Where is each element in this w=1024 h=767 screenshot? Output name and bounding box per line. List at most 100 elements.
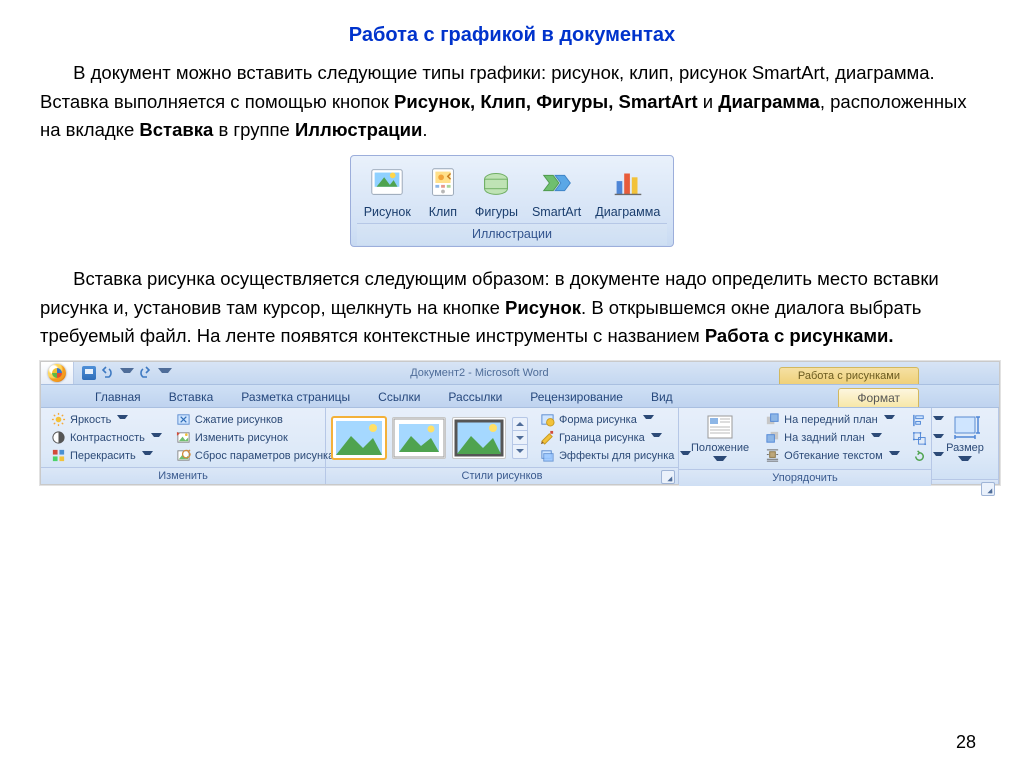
- group-styles-caption: Стили рисунков: [326, 467, 678, 484]
- group-size: Размер: [932, 408, 999, 484]
- tab-view[interactable]: Вид: [637, 387, 687, 407]
- gallery-spinner[interactable]: [512, 417, 528, 459]
- send-back-label: На задний план: [784, 432, 865, 444]
- picture-icon: [367, 163, 407, 203]
- position-label: Положение: [691, 443, 749, 454]
- contrast-icon: [51, 430, 66, 445]
- tab-mailings[interactable]: Рассылки: [434, 387, 516, 407]
- text-wrap-label: Обтекание текстом: [784, 450, 883, 462]
- picture-border-label: Граница рисунка: [559, 432, 645, 444]
- insert-chart-button[interactable]: Диаграмма: [588, 161, 667, 219]
- insert-smartart-label: SmartArt: [530, 205, 583, 219]
- send-back-button[interactable]: На задний план: [761, 429, 904, 446]
- size-button[interactable]: Размер: [940, 411, 990, 469]
- title-bar: Документ2 - Microsoft Word Работа с рису…: [41, 362, 999, 385]
- position-button[interactable]: Положение: [685, 411, 755, 469]
- paragraph-1: В документ можно вставить следующие типы…: [40, 59, 984, 145]
- qat-customize-dropdown[interactable]: [158, 368, 172, 379]
- bring-front-button[interactable]: На передний план: [761, 411, 904, 428]
- group-change-caption: Изменить: [41, 467, 325, 484]
- chart-icon: [608, 163, 648, 203]
- insert-chart-label: Диаграмма: [593, 205, 662, 219]
- styles-gallery: [332, 411, 530, 464]
- picture-shape-button[interactable]: Форма рисунка: [536, 411, 695, 428]
- page-number: 28: [956, 732, 976, 753]
- rotate-icon: [912, 449, 927, 464]
- office-orb-icon: [48, 364, 66, 382]
- contrast-label: Контрастность: [70, 432, 145, 444]
- contextual-tab-title: Работа с рисунками: [779, 367, 919, 384]
- style-thumb-1[interactable]: [332, 417, 386, 459]
- qat-undo-dropdown[interactable]: [120, 368, 134, 379]
- text-wrap-icon: [765, 448, 780, 463]
- brightness-label: Яркость: [70, 414, 111, 426]
- illustrations-group: Рисунок Клип Фигуры SmartA: [350, 155, 675, 247]
- size-icon: [950, 413, 980, 441]
- insert-smartart-button[interactable]: SmartArt: [525, 161, 588, 219]
- tab-insert[interactable]: Вставка: [155, 387, 228, 407]
- change-picture-icon: [176, 430, 191, 445]
- style-thumb-2[interactable]: [392, 417, 446, 459]
- size-label: Размер: [946, 443, 984, 454]
- brightness-icon: [51, 412, 66, 427]
- recolor-icon: [51, 448, 66, 463]
- insert-shapes-label: Фигуры: [473, 205, 520, 219]
- paragraph-2: Вставка рисунка осуществляется следующим…: [40, 265, 984, 351]
- picture-border-button[interactable]: Граница рисунка: [536, 429, 695, 446]
- clip-icon: [423, 163, 463, 203]
- reset-icon: [176, 448, 191, 463]
- recolor-label: Перекрасить: [70, 450, 136, 462]
- ribbon-screenshot: Документ2 - Microsoft Word Работа с рису…: [40, 361, 1000, 485]
- brightness-button[interactable]: Яркость: [47, 411, 166, 428]
- picture-effects-icon: [540, 448, 555, 463]
- qat-save-button[interactable]: [82, 366, 96, 380]
- group-change: Яркость Контрастность Перекрасить Сжатие: [41, 408, 326, 484]
- insert-picture-button[interactable]: Рисунок: [357, 161, 418, 219]
- styles-dialog-launcher[interactable]: [661, 470, 675, 484]
- style-thumb-3[interactable]: [452, 417, 506, 459]
- compress-pictures-button[interactable]: Сжатие рисунков: [172, 411, 338, 428]
- change-picture-button[interactable]: Изменить рисунок: [172, 429, 338, 446]
- picture-effects-button[interactable]: Эффекты для рисунка: [536, 447, 695, 464]
- tab-review[interactable]: Рецензирование: [516, 387, 637, 407]
- insert-clip-button[interactable]: Клип: [418, 161, 468, 219]
- group-icon: [912, 431, 927, 446]
- reset-picture-button[interactable]: Сброс параметров рисунка: [172, 447, 338, 464]
- group-arrange: Положение На передний план На задний пла…: [679, 408, 932, 484]
- reset-label: Сброс параметров рисунка: [195, 450, 334, 462]
- group-picture-styles: Форма рисунка Граница рисунка Эффекты дл…: [326, 408, 679, 484]
- illustrations-caption: Иллюстрации: [357, 223, 668, 245]
- position-icon: [705, 413, 735, 441]
- compress-label: Сжатие рисунков: [195, 414, 283, 426]
- window-title: Документ2 - Microsoft Word: [180, 367, 779, 379]
- group-size-caption: [932, 479, 998, 484]
- bring-front-label: На передний план: [784, 414, 878, 426]
- picture-shape-icon: [540, 412, 555, 427]
- qat-redo-button[interactable]: [138, 366, 152, 380]
- tab-page-layout[interactable]: Разметка страницы: [227, 387, 364, 407]
- insert-picture-label: Рисунок: [362, 205, 413, 219]
- group-arrange-caption: Упорядочить: [679, 469, 931, 486]
- size-dialog-launcher[interactable]: [981, 482, 995, 496]
- compress-icon: [176, 412, 191, 427]
- change-picture-label: Изменить рисунок: [195, 432, 288, 444]
- quick-access-toolbar: [74, 362, 180, 384]
- ribbon-body: Яркость Контрастность Перекрасить Сжатие: [41, 408, 999, 484]
- shapes-icon: [476, 163, 516, 203]
- picture-effects-label: Эффекты для рисунка: [559, 450, 674, 462]
- tab-references[interactable]: Ссылки: [364, 387, 434, 407]
- text-wrap-button[interactable]: Обтекание текстом: [761, 447, 904, 464]
- send-back-icon: [765, 430, 780, 445]
- tabs-bar: Главная Вставка Разметка страницы Ссылки…: [41, 385, 999, 408]
- picture-border-icon: [540, 430, 555, 445]
- office-button[interactable]: [41, 362, 74, 384]
- contrast-button[interactable]: Контрастность: [47, 429, 166, 446]
- insert-shapes-button[interactable]: Фигуры: [468, 161, 525, 219]
- recolor-button[interactable]: Перекрасить: [47, 447, 166, 464]
- page-title: Работа с графикой в документах: [40, 24, 984, 47]
- qat-undo-button[interactable]: [100, 366, 114, 380]
- tab-home[interactable]: Главная: [81, 387, 155, 407]
- smartart-icon: [537, 163, 577, 203]
- insert-clip-label: Клип: [427, 205, 459, 219]
- tab-format[interactable]: Формат: [838, 388, 919, 407]
